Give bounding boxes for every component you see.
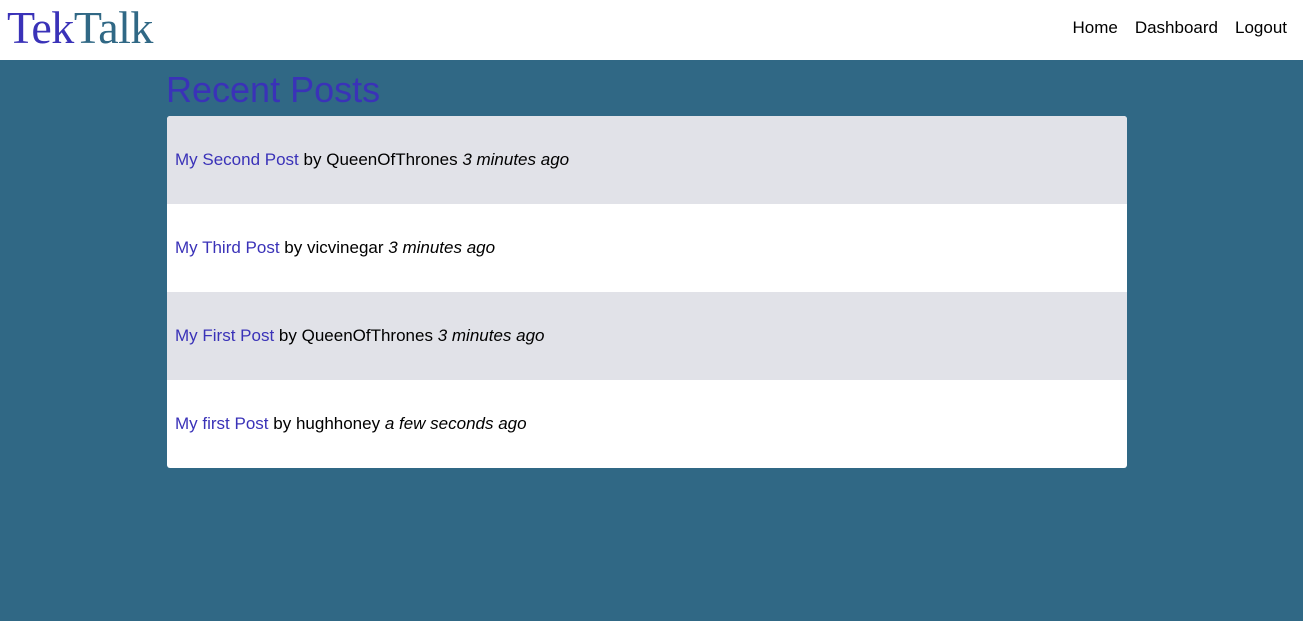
- post-title-link[interactable]: My Second Post: [175, 150, 299, 170]
- post-timestamp: a few seconds ago: [384, 414, 527, 433]
- post-title-link[interactable]: My First Post: [175, 326, 274, 346]
- post-title-link[interactable]: My first Post: [175, 414, 269, 434]
- post-by-label: by: [273, 414, 292, 433]
- post-author: QueenOfThrones: [301, 326, 433, 345]
- post-by-label: by: [278, 326, 297, 345]
- post-author: hughhoney: [295, 414, 381, 433]
- post-timestamp: 3 minutes ago: [462, 150, 570, 169]
- post-by-label: by: [303, 150, 322, 169]
- nav-dashboard-link[interactable]: Dashboard: [1135, 18, 1218, 38]
- navbar: TekTalk Home Dashboard Logout: [0, 0, 1303, 60]
- post-by-label: by: [284, 238, 303, 257]
- logo-part-talk: Talk: [73, 2, 154, 53]
- site-logo[interactable]: TekTalk: [7, 2, 153, 54]
- post-timestamp: 3 minutes ago: [437, 326, 545, 345]
- nav-logout-link[interactable]: Logout: [1235, 18, 1287, 38]
- post-row: My Second Post by QueenOfThrones 3 minut…: [167, 116, 1127, 204]
- post-timestamp: 3 minutes ago: [388, 238, 496, 257]
- nav-links: Home Dashboard Logout: [1072, 18, 1287, 38]
- post-list: My Second Post by QueenOfThrones 3 minut…: [167, 116, 1127, 468]
- post-author: QueenOfThrones: [326, 150, 458, 169]
- post-row: My First Post by QueenOfThrones 3 minute…: [167, 292, 1127, 380]
- post-title-link[interactable]: My Third Post: [175, 238, 280, 258]
- logo-part-tek: Tek: [7, 2, 74, 53]
- post-row: My Third Post by vicvinegar 3 minutes ag…: [167, 204, 1127, 292]
- nav-home-link[interactable]: Home: [1072, 18, 1117, 38]
- post-author: vicvinegar: [307, 238, 384, 257]
- post-row: My first Post by hughhoney a few seconds…: [167, 380, 1127, 468]
- page-title: Recent Posts: [166, 69, 381, 110]
